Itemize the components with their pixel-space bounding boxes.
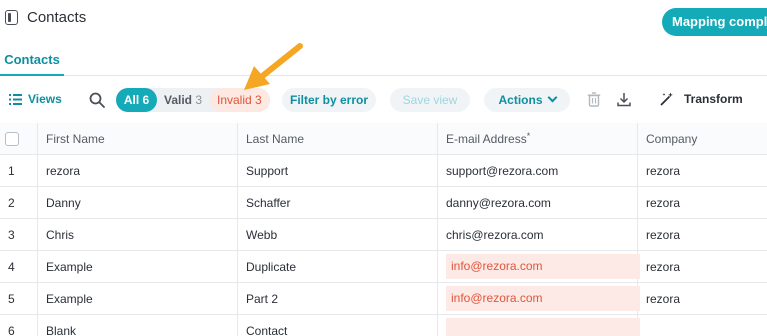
save-view-button[interactable]: Save view [390, 88, 470, 112]
cell-company[interactable]: rezora [638, 283, 767, 315]
transform-button[interactable]: Transform [660, 92, 743, 106]
cell-email[interactable]: danny@rezora.com [438, 187, 638, 219]
row-number: 4 [0, 251, 38, 283]
toolbar: Views All 6 Valid 3 Invalid 3 Filter by … [0, 77, 767, 123]
magic-wand-icon [660, 92, 673, 106]
row-number: 1 [0, 155, 38, 187]
cell-email-error[interactable]: info@rezora.com [446, 286, 640, 311]
cell-company[interactable]: rezora [638, 251, 767, 283]
row-number: 6 [0, 315, 38, 336]
annotation-arrow-icon [244, 43, 303, 90]
tab-contacts[interactable]: Contacts [0, 52, 64, 76]
actions-label: Actions [498, 93, 543, 107]
email-cell-wrapper: info@rezora.com [438, 251, 640, 283]
views-label: Views [28, 92, 62, 106]
select-all-checkbox[interactable] [5, 132, 19, 146]
row-number: 3 [0, 219, 38, 251]
cell-first-name[interactable]: Blank [38, 315, 238, 336]
cell-first-name[interactable]: rezora [38, 155, 238, 187]
download-icon[interactable] [617, 92, 631, 107]
mapping-complete-button[interactable]: Mapping complete [662, 8, 767, 36]
cell-company[interactable]: rezora [638, 187, 767, 219]
filter-all[interactable]: All 6 [116, 88, 157, 112]
app-header: Contacts Mapping complete [0, 0, 767, 44]
sidebar-toggle-icon[interactable] [5, 10, 18, 25]
table-row: 1 rezora Support support@rezora.com rezo… [0, 155, 767, 187]
cell-email[interactable]: support@rezora.com [438, 155, 638, 187]
search-icon[interactable] [88, 91, 106, 109]
actions-dropdown[interactable]: Actions [484, 88, 570, 112]
cell-last-name[interactable]: Duplicate [238, 251, 438, 283]
table-header-row: First Name Last Name E-mail Address* Com… [0, 123, 767, 155]
row-number: 2 [0, 187, 38, 219]
email-cell-wrapper: info@rezora.com [438, 283, 640, 315]
column-header-email[interactable]: E-mail Address* [438, 123, 638, 155]
cell-first-name[interactable]: Chris [38, 219, 238, 251]
cell-last-name[interactable]: Part 2 [238, 283, 438, 315]
cell-last-name[interactable]: Support [238, 155, 438, 187]
cell-email-error[interactable] [446, 318, 640, 336]
trash-icon[interactable] [587, 92, 601, 107]
table-row: 5 Example Part 2 info@rezora.com rezora [0, 283, 767, 315]
required-marker: * [526, 131, 531, 141]
cell-company[interactable] [638, 315, 767, 336]
table-row: 4 Example Duplicate info@rezora.com rezo… [0, 251, 767, 283]
cell-last-name[interactable]: Schaffer [238, 187, 438, 219]
column-header-first-name[interactable]: First Name [38, 123, 238, 155]
cell-first-name[interactable]: Danny [38, 187, 238, 219]
cell-company[interactable]: rezora [638, 155, 767, 187]
transform-label: Transform [684, 92, 743, 106]
select-all-cell [0, 123, 38, 155]
cell-first-name[interactable]: Example [38, 283, 238, 315]
column-header-company[interactable]: Company [638, 123, 767, 155]
column-header-last-name[interactable]: Last Name [238, 123, 438, 155]
row-number: 5 [0, 283, 38, 315]
table-row: 3 Chris Webb chris@rezora.com rezora [0, 219, 767, 251]
list-icon [9, 93, 22, 105]
tab-bar: Contacts [0, 44, 767, 76]
chevron-down-icon [547, 92, 557, 103]
table-row: 2 Danny Schaffer danny@rezora.com rezora [0, 187, 767, 219]
cell-last-name[interactable]: Contact [238, 315, 438, 336]
cell-email[interactable]: chris@rezora.com [438, 219, 638, 251]
page-title: Contacts [27, 9, 87, 26]
cell-last-name[interactable]: Webb [238, 219, 438, 251]
table-row: 6 Blank Contact [0, 315, 767, 336]
cell-first-name[interactable]: Example [38, 251, 238, 283]
email-cell-wrapper [438, 315, 640, 336]
views-button[interactable]: Views [9, 92, 62, 106]
cell-email-error[interactable]: info@rezora.com [446, 254, 640, 279]
cell-company[interactable]: rezora [638, 219, 767, 251]
filter-valid[interactable]: Valid 3 [164, 88, 202, 112]
